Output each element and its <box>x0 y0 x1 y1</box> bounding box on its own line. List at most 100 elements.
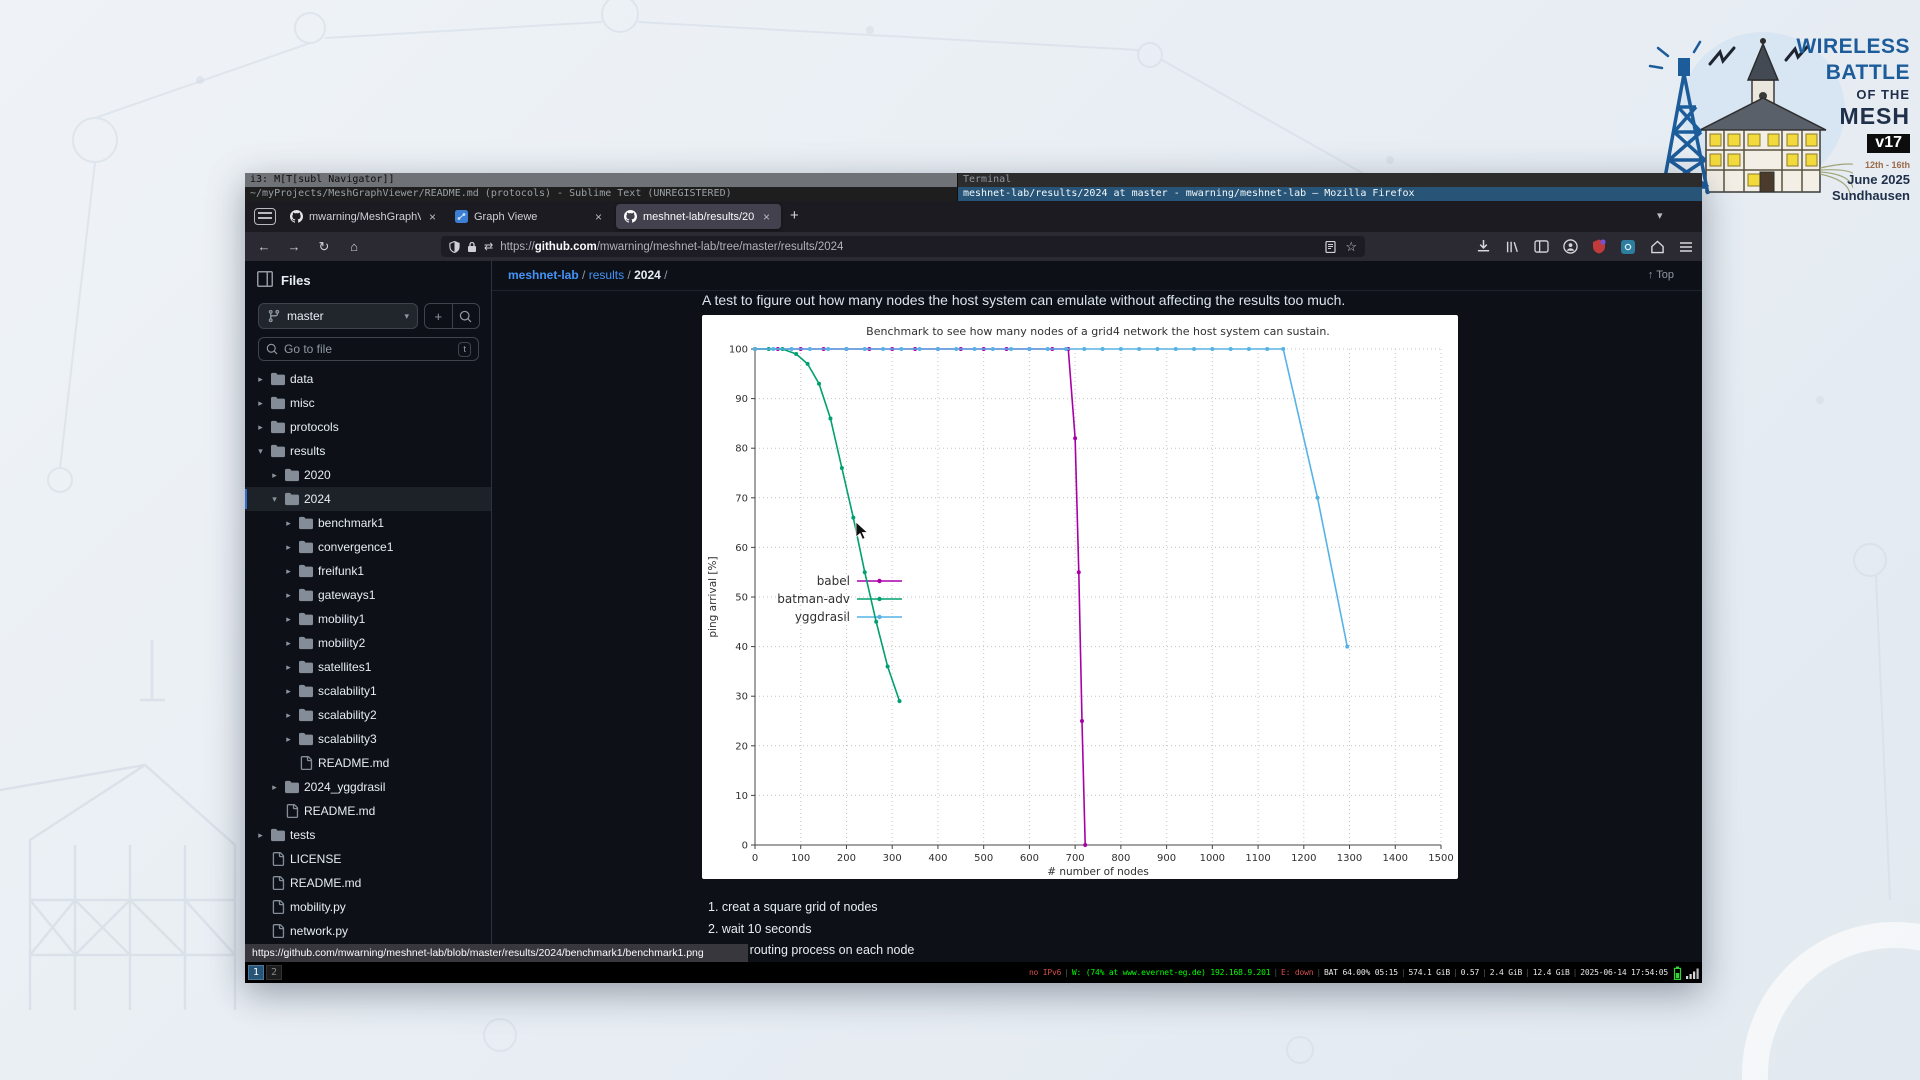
chevron-right-icon[interactable]: ▸ <box>255 830 266 841</box>
folder-icon <box>299 540 313 554</box>
extension-home-icon[interactable] <box>1649 239 1665 255</box>
firefox-view-icon[interactable] <box>254 208 276 225</box>
url-bar[interactable]: ⇄ https://github.com/mwarning/meshnet-la… <box>441 236 1365 257</box>
tree-item-data[interactable]: ▸ data <box>245 367 491 391</box>
shortcut-key-badge: t <box>458 341 471 357</box>
tab-label: Graph Viewer <box>474 210 537 223</box>
tree-item-scalability1[interactable]: ▸ scalability1 <box>245 679 491 703</box>
folder-icon <box>299 660 313 674</box>
chevron-right-icon[interactable]: ▸ <box>269 470 280 481</box>
readme-list-item: 1. creat a square grid of nodes <box>708 900 878 914</box>
library-icon[interactable] <box>1504 239 1520 255</box>
tree-item-readme-md[interactable]: README.md <box>245 751 491 775</box>
back-button[interactable]: ← <box>253 237 275 256</box>
tree-item-readme-md[interactable]: README.md <box>245 871 491 895</box>
chevron-down-icon[interactable]: ▾ <box>255 446 266 457</box>
new-tab-button[interactable]: + <box>790 207 799 224</box>
chevron-right-icon[interactable]: ▸ <box>283 686 294 697</box>
sublime-titlebar[interactable]: ~/myProjects/MeshGraphViewer/README.md (… <box>245 187 958 201</box>
chevron-right-icon[interactable]: ▸ <box>283 566 294 577</box>
chevron-right-icon[interactable]: ▸ <box>255 422 266 433</box>
chevron-right-icon[interactable]: ▸ <box>283 542 294 553</box>
url-text[interactable]: https://github.com/mwarning/meshnet-lab/… <box>500 241 843 253</box>
chevron-right-icon[interactable]: ▸ <box>255 374 266 385</box>
firefox-titlebar[interactable]: meshnet-lab/results/2024 at master - mwa… <box>958 187 1702 201</box>
chevron-right-icon[interactable]: ▸ <box>283 518 294 529</box>
tab-close-icon[interactable]: × <box>429 210 436 224</box>
chevron-right-icon[interactable]: ▸ <box>283 614 294 625</box>
home-button[interactable]: ⌂ <box>343 237 365 256</box>
tree-item-mobility2[interactable]: ▸ mobility2 <box>245 631 491 655</box>
branch-selector[interactable]: master ▾ <box>258 303 418 329</box>
i3-workspace-titlebar[interactable]: i3: M[T[subl Navigator]] <box>245 173 958 187</box>
downloads-icon[interactable] <box>1475 239 1491 255</box>
tree-item-convergence1[interactable]: ▸ convergence1 <box>245 535 491 559</box>
workspace-button-2[interactable]: 2 <box>266 965 283 980</box>
list-all-tabs-icon[interactable]: ▾ <box>1657 209 1663 222</box>
lock-icon[interactable] <box>467 241 477 253</box>
github-page: Files master ▾ + Go to file t ▸ data ▸ m… <box>245 261 1702 962</box>
tree-item-readme-md[interactable]: README.md <box>245 799 491 823</box>
tree-item-license[interactable]: LICENSE <box>245 847 491 871</box>
screenshot-extension-icon[interactable] <box>1620 239 1636 255</box>
chevron-right-icon[interactable]: ▸ <box>283 662 294 673</box>
file-icon <box>271 852 285 866</box>
tree-item-2024-yggdrasil[interactable]: ▸ 2024_yggdrasil <box>245 775 491 799</box>
svg-text:1000: 1000 <box>1200 853 1225 864</box>
tab-meshnet-lab-results[interactable]: meshnet-lab/results/202 × <box>616 204 781 229</box>
tree-item-mobility-py[interactable]: mobility.py <box>245 895 491 919</box>
tree-item-misc[interactable]: ▸ misc <box>245 391 491 415</box>
chevron-right-icon[interactable]: ▸ <box>283 590 294 601</box>
shield-icon[interactable] <box>449 240 460 253</box>
tree-item-freifunk1[interactable]: ▸ freifunk1 <box>245 559 491 583</box>
svg-text:600: 600 <box>1020 853 1039 864</box>
search-button[interactable] <box>453 304 480 328</box>
reader-mode-icon[interactable] <box>1325 240 1336 253</box>
breadcrumb-results[interactable]: results <box>589 268 624 282</box>
tree-item-label: benchmark1 <box>318 516 385 530</box>
status-segment: no IPv6 <box>1028 968 1062 977</box>
chevron-right-icon[interactable]: ▸ <box>283 710 294 721</box>
permissions-icon[interactable]: ⇄ <box>484 240 493 253</box>
chevron-down-icon[interactable]: ▾ <box>269 494 280 505</box>
workspace-button-1[interactable]: 1 <box>248 965 265 980</box>
chevron-right-icon[interactable]: ▸ <box>283 734 294 745</box>
bookmark-star-icon[interactable]: ☆ <box>1345 239 1357 255</box>
tree-item-satellites1[interactable]: ▸ satellites1 <box>245 655 491 679</box>
sidebar-toggle-icon[interactable] <box>1533 239 1549 255</box>
file-icon <box>271 924 285 938</box>
tree-item-label: README.md <box>318 756 390 770</box>
tree-item-label: LICENSE <box>290 852 342 866</box>
tree-item-2024[interactable]: ▾ 2024 <box>245 487 491 511</box>
tab-close-icon[interactable]: × <box>595 210 602 224</box>
go-to-file-input[interactable]: Go to file t <box>258 337 479 361</box>
breadcrumb-repo[interactable]: meshnet-lab <box>508 268 579 282</box>
account-icon[interactable] <box>1562 239 1578 255</box>
tab-graph-viewer[interactable]: Graph Viewer × <box>447 204 610 229</box>
chevron-right-icon[interactable]: ▸ <box>269 782 280 793</box>
tree-item-scalability2[interactable]: ▸ scalability2 <box>245 703 491 727</box>
tree-item-gateways1[interactable]: ▸ gateways1 <box>245 583 491 607</box>
tab-close-icon[interactable]: × <box>763 210 770 224</box>
tree-item-mobility1[interactable]: ▸ mobility1 <box>245 607 491 631</box>
chevron-right-icon[interactable]: ▸ <box>283 638 294 649</box>
benchmark-chart-image[interactable]: Benchmark to see how many nodes of a gri… <box>702 315 1458 879</box>
tree-item-scalability3[interactable]: ▸ scalability3 <box>245 727 491 751</box>
sidebar-panel-icon[interactable] <box>257 271 273 290</box>
tree-item-tests[interactable]: ▸ tests <box>245 823 491 847</box>
chevron-right-icon[interactable]: ▸ <box>255 398 266 409</box>
scroll-to-top-button[interactable]: ↑ Top <box>1648 269 1674 281</box>
reload-button[interactable]: ↻ <box>313 237 335 256</box>
terminal-titlebar[interactable]: Terminal <box>958 173 1702 187</box>
tree-item-benchmark1[interactable]: ▸ benchmark1 <box>245 511 491 535</box>
tree-item-network-py[interactable]: network.py <box>245 919 491 943</box>
tab-meshgraphviewer[interactable]: mwarning/MeshGraphVie × <box>282 204 445 229</box>
tree-item-2020[interactable]: ▸ 2020 <box>245 463 491 487</box>
add-file-button[interactable]: + <box>425 304 453 328</box>
ublock-icon[interactable] <box>1591 239 1607 255</box>
github-favicon <box>290 210 303 223</box>
tree-item-results[interactable]: ▾ results <box>245 439 491 463</box>
tree-item-protocols[interactable]: ▸ protocols <box>245 415 491 439</box>
menu-icon[interactable] <box>1678 239 1694 255</box>
forward-button[interactable]: → <box>283 237 305 256</box>
